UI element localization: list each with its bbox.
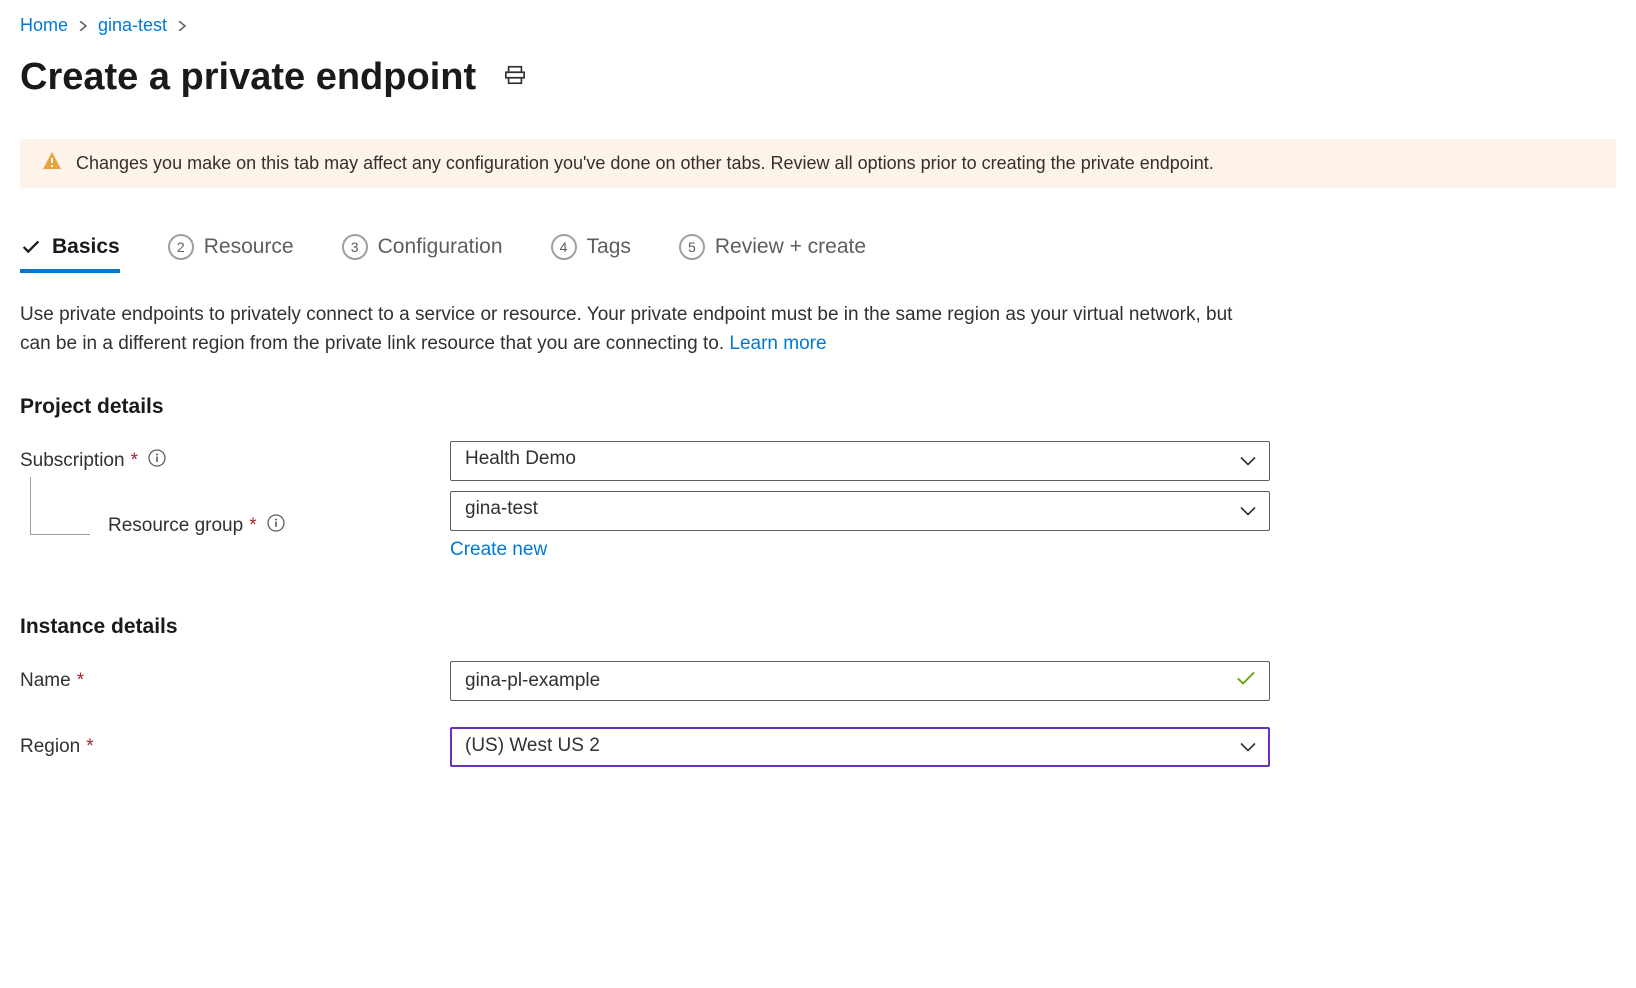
section-project-details: Project details: [20, 395, 1616, 419]
check-icon: [1236, 670, 1256, 691]
region-select[interactable]: (US) West US 2: [450, 727, 1270, 767]
check-icon: [20, 236, 42, 258]
pin-icon[interactable]: [504, 64, 526, 91]
info-icon[interactable]: [144, 449, 166, 473]
region-value: (US) West US 2: [450, 727, 1270, 767]
tab-label: Tags: [587, 235, 631, 259]
page-title-row: Create a private endpoint: [20, 48, 1616, 129]
tab-resource[interactable]: 2 Resource: [168, 228, 294, 274]
tab-label: Configuration: [378, 235, 503, 259]
warning-banner: Changes you make on this tab may affect …: [20, 139, 1616, 188]
tab-label: Basics: [52, 235, 120, 259]
row-name: Name *: [20, 661, 1616, 701]
breadcrumb-project[interactable]: gina-test: [98, 15, 167, 36]
tab-configuration[interactable]: 3 Configuration: [342, 228, 503, 274]
resource-group-select[interactable]: gina-test: [450, 491, 1270, 531]
create-new-link[interactable]: Create new: [450, 539, 547, 561]
subscription-value: Health Demo: [450, 441, 1270, 481]
label-name: Name: [20, 670, 71, 692]
info-icon[interactable]: [263, 514, 285, 538]
row-subscription: Subscription * Health Demo: [20, 441, 1616, 481]
warning-text: Changes you make on this tab may affect …: [76, 153, 1214, 174]
tab-description: Use private endpoints to privately conne…: [20, 300, 1260, 359]
row-resource-group: Resource group * gina-test Create new: [20, 491, 1616, 561]
chevron-right-icon: [177, 18, 187, 34]
required-indicator: *: [86, 736, 93, 758]
step-number: 4: [551, 234, 577, 260]
tab-label: Review + create: [715, 235, 866, 259]
label-subscription: Subscription: [20, 450, 125, 472]
step-number: 2: [168, 234, 194, 260]
learn-more-link[interactable]: Learn more: [729, 333, 826, 354]
row-region: Region * (US) West US 2: [20, 727, 1616, 767]
label-region: Region: [20, 736, 80, 758]
required-indicator: *: [131, 450, 138, 472]
description-text: Use private endpoints to privately conne…: [20, 304, 1232, 354]
required-indicator: *: [77, 670, 84, 692]
required-indicator: *: [249, 515, 256, 537]
warning-icon: [42, 151, 62, 176]
tab-label: Resource: [204, 235, 294, 259]
tab-tags[interactable]: 4 Tags: [551, 228, 631, 274]
section-instance-details: Instance details: [20, 615, 1616, 639]
resource-group-value: gina-test: [450, 491, 1270, 531]
hierarchy-connector: [30, 477, 90, 535]
step-number: 5: [679, 234, 705, 260]
step-number: 3: [342, 234, 368, 260]
label-resource-group: Resource group: [108, 515, 243, 537]
tab-review-create[interactable]: 5 Review + create: [679, 228, 866, 274]
breadcrumb-home[interactable]: Home: [20, 15, 68, 36]
page-title: Create a private endpoint: [20, 56, 476, 99]
name-input[interactable]: [450, 661, 1270, 701]
breadcrumb: Home gina-test: [20, 10, 1616, 48]
chevron-right-icon: [78, 18, 88, 34]
tab-basics[interactable]: Basics: [20, 229, 120, 273]
tabs: Basics 2 Resource 3 Configuration 4 Tags…: [20, 228, 1616, 274]
subscription-select[interactable]: Health Demo: [450, 441, 1270, 481]
